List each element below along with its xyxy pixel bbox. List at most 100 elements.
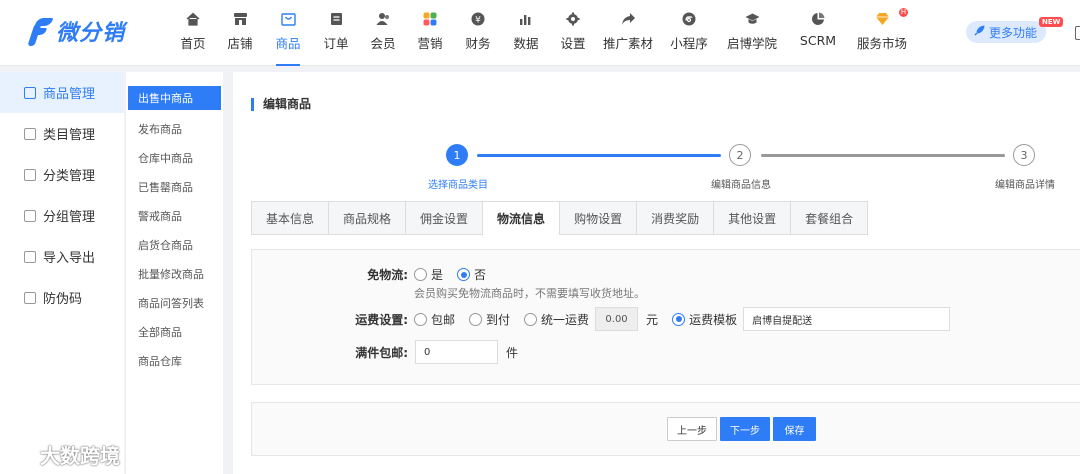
free-shipping-hint: 会员购买免物流商品时，不需要填写收货地址。: [414, 287, 645, 300]
academy-icon: [744, 11, 760, 27]
next-step-button[interactable]: 下一步: [720, 417, 770, 441]
step-2-label: 编辑商品信息: [711, 180, 771, 191]
subnav-item-warning[interactable]: 警戒商品: [126, 201, 223, 230]
radio-icon: [524, 312, 538, 326]
subnav-item-on-sale[interactable]: 出售中商品: [128, 86, 221, 110]
secondary-sidebar: 出售中商品 发布商品 仓库中商品 已售罄商品 警戒商品 启货仓商品 批量修改商品…: [125, 72, 223, 474]
freight-template-radio[interactable]: 运费模板: [672, 311, 737, 328]
nav-item-scrm[interactable]: SCRM: [786, 0, 850, 66]
edit-tabs: 基本信息 商品规格 佣金设置 物流信息 购物设置 消费奖励 其他设置 套餐组合: [251, 201, 869, 236]
nav-item-home[interactable]: 首页: [170, 0, 216, 66]
step-connector-1: [477, 154, 721, 157]
sidebar-item-group[interactable]: 分组管理: [0, 195, 124, 236]
freight-row: 运费设置: 包邮 到付 统一运费 0.00 元 运费模板 启博自提配送: [252, 307, 951, 331]
nav-item-service-market[interactable]: H 服务市场: [850, 0, 914, 66]
svg-text:¥: ¥: [475, 16, 481, 26]
free-shipping-no-radio[interactable]: 否: [457, 266, 486, 283]
nav-item-finance[interactable]: ¥ 财务: [454, 0, 502, 66]
subnav-item-qihuo[interactable]: 启货仓商品: [126, 230, 223, 259]
subnav-item-goods-store[interactable]: 商品仓库: [126, 346, 223, 375]
prev-step-button[interactable]: 上一步: [667, 417, 717, 441]
bag-icon: [280, 11, 296, 27]
brand-name: 微分销: [56, 21, 126, 46]
finance-icon: ¥: [470, 11, 486, 27]
tab-logistics[interactable]: 物流信息: [482, 201, 560, 236]
goods-management-icon: [24, 86, 36, 99]
sidebar-item-category[interactable]: 类目管理: [0, 113, 124, 154]
radio-icon: [469, 312, 483, 326]
nav-item-orders[interactable]: 订单: [312, 0, 360, 66]
category-icon: [24, 127, 36, 140]
tab-other[interactable]: 其他设置: [713, 201, 791, 235]
rocket-icon: [974, 25, 985, 39]
nav-item-academy[interactable]: 启博学院: [718, 0, 786, 66]
subnav-item-all-goods[interactable]: 全部商品: [126, 317, 223, 346]
subnav-item-batch-edit[interactable]: 批量修改商品: [126, 259, 223, 288]
diamond-icon: [874, 11, 890, 27]
marketing-icon: [422, 11, 438, 27]
tab-basic-info[interactable]: 基本信息: [251, 201, 329, 235]
member-icon: [375, 11, 391, 27]
main-nav: 首页 店铺 商品 订单 会员 营销 ¥ 财务 数据 设置 推广素材 小程序 启博…: [170, 0, 914, 66]
chart-icon: [518, 11, 534, 27]
step-connector-2: [761, 154, 1005, 157]
tab-combo[interactable]: 套餐组合: [790, 201, 869, 235]
step-1-label: 选择商品类目: [428, 180, 488, 191]
step-progress: 1 2 3 选择商品类目 编辑商品信息 编辑商品详情: [233, 144, 1080, 194]
subnav-item-qa-list[interactable]: 商品问答列表: [126, 288, 223, 317]
nav-item-promo-material[interactable]: 推广素材: [596, 0, 660, 66]
freight-free-radio[interactable]: 包邮: [414, 311, 455, 328]
home-icon: [185, 11, 201, 27]
nav-item-settings[interactable]: 设置: [550, 0, 596, 66]
unified-freight-unit: 元: [646, 312, 659, 327]
action-bar: 上一步 下一步 保存: [251, 402, 1080, 456]
freight-unified-radio[interactable]: 统一运费: [524, 311, 589, 328]
tab-rewards[interactable]: 消费奖励: [636, 201, 714, 235]
radio-icon: [414, 312, 427, 326]
panel-toggle-icon[interactable]: [1075, 26, 1080, 40]
tab-shopping[interactable]: 购物设置: [559, 201, 637, 235]
nav-item-members[interactable]: 会员: [360, 0, 406, 66]
main-content: 编辑商品 1 2 3 选择商品类目 编辑商品信息 编辑商品详情 基本信息 商品规…: [233, 72, 1080, 474]
free-shipping-yes-radio[interactable]: 是: [414, 266, 443, 283]
sidebar-item-classification[interactable]: 分类管理: [0, 154, 124, 195]
more-features-button[interactable]: 更多功能: [966, 21, 1047, 43]
nav-item-marketing[interactable]: 营销: [406, 0, 454, 66]
tab-commission[interactable]: 佣金设置: [405, 201, 483, 235]
nav-item-goods[interactable]: 商品: [264, 0, 312, 66]
subnav-item-publish[interactable]: 发布商品: [126, 114, 223, 143]
brand-logo[interactable]: 微分销: [27, 14, 126, 48]
nav-item-shop[interactable]: 店铺: [216, 0, 264, 66]
nav-item-data[interactable]: 数据: [502, 0, 550, 66]
subnav-item-sold-out[interactable]: 已售罄商品: [126, 172, 223, 201]
import-export-icon: [24, 250, 36, 263]
step-2-circle: 2: [729, 144, 751, 166]
save-button[interactable]: 保存: [773, 417, 816, 441]
watermark: 大数跨境: [8, 440, 120, 469]
full-free-row: 满件包邮: 0 件: [252, 340, 518, 364]
chat-bubble-icon: [8, 443, 36, 466]
gear-icon: [565, 11, 581, 27]
tab-specs[interactable]: 商品规格: [328, 201, 406, 235]
sidebar-item-anti-fake[interactable]: 防伪码: [0, 277, 124, 318]
qrcode-icon: [24, 291, 36, 304]
list-icon: [24, 168, 36, 181]
top-navbar: 微分销 首页 店铺 商品 订单 会员 营销 ¥ 财务 数据 设置 推广素材 小程…: [0, 0, 1080, 66]
new-badge: NEW: [1039, 17, 1064, 27]
share-icon: [620, 11, 636, 27]
freight-cod-radio[interactable]: 到付: [469, 311, 510, 328]
logo-icon: [27, 16, 54, 46]
sidebar-item-import-export[interactable]: 导入导出: [0, 236, 124, 277]
full-free-unit: 件: [506, 345, 519, 360]
subnav-item-warehouse[interactable]: 仓库中商品: [126, 143, 223, 172]
freight-label: 运费设置:: [355, 312, 408, 327]
hot-badge: H: [899, 8, 908, 17]
full-free-input[interactable]: 0: [415, 340, 498, 364]
freight-template-select[interactable]: 启博自提配送: [743, 307, 951, 331]
radio-icon: [414, 268, 427, 281]
sidebar-item-goods-management[interactable]: 商品管理: [0, 72, 124, 113]
free-shipping-label: 免物流:: [367, 268, 408, 282]
nav-item-miniapp[interactable]: 小程序: [660, 0, 718, 66]
step-3-circle: 3: [1013, 144, 1035, 166]
page-title: 编辑商品: [251, 98, 311, 111]
